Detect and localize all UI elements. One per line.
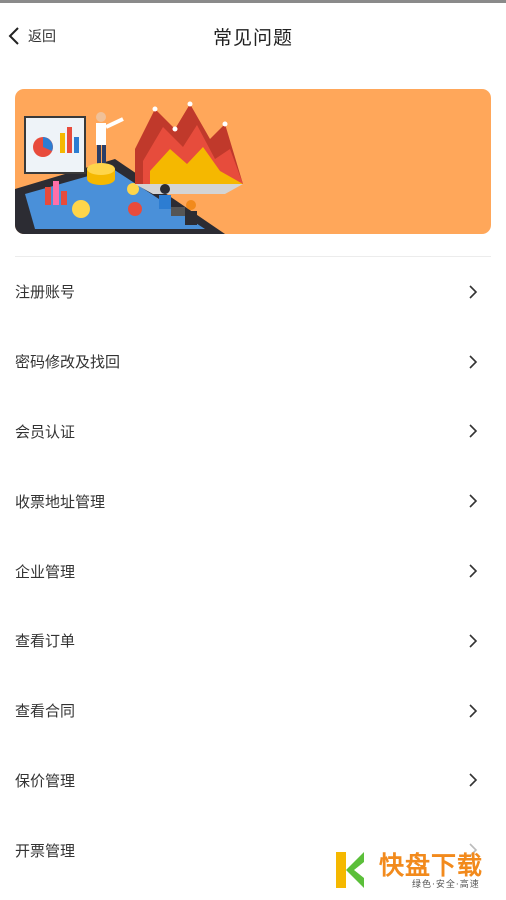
chevron-right-icon — [469, 494, 478, 508]
watermark: 快盘下载 绿色·安全·高速 — [336, 846, 501, 892]
faq-item-label: 企业管理 — [15, 562, 76, 581]
nav-header: 返回 常见问题 — [0, 3, 506, 67]
faq-item-label: 会员认证 — [15, 422, 76, 441]
faq-item-invoice-address[interactable]: 收票地址管理 — [0, 466, 506, 536]
faq-item-insured-value[interactable]: 保价管理 — [0, 746, 506, 816]
chevron-right-icon — [469, 424, 478, 439]
chevron-right-icon — [469, 285, 478, 299]
business-data-analysis-illustration — [15, 89, 491, 234]
faq-item-view-contracts[interactable]: 查看合同 — [0, 676, 506, 746]
faq-item-label: 查看合同 — [15, 702, 76, 721]
faq-item-label: 保价管理 — [15, 771, 76, 790]
chevron-right-icon — [469, 634, 478, 648]
watermark-subtitle: 绿色·安全·高速 — [412, 880, 480, 890]
faq-list: 注册账号 密码修改及找回 会员认证 收票地址管理 企业管理 查看订单 查看合同 … — [0, 257, 506, 885]
faq-item-view-orders[interactable]: 查看订单 — [0, 606, 506, 676]
faq-item-label: 开票管理 — [15, 841, 76, 860]
faq-item-company-management[interactable]: 企业管理 — [0, 536, 506, 606]
faq-item-member-verification[interactable]: 会员认证 — [0, 397, 506, 467]
faq-item-password-reset[interactable]: 密码修改及找回 — [0, 327, 506, 397]
chevron-right-icon — [469, 355, 478, 369]
chevron-right-icon — [469, 773, 478, 788]
faq-item-label: 密码修改及找回 — [15, 353, 121, 372]
chevron-right-icon — [469, 564, 478, 578]
banner-image — [15, 89, 491, 234]
page-title: 常见问题 — [212, 27, 293, 49]
faq-item-label: 收票地址管理 — [15, 492, 106, 511]
faq-item-register-account[interactable]: 注册账号 — [0, 257, 506, 327]
faq-item-label: 注册账号 — [15, 283, 76, 302]
watermark-logo-icon — [336, 852, 364, 888]
faq-item-label: 查看订单 — [15, 632, 76, 651]
chevron-right-icon — [469, 704, 478, 718]
